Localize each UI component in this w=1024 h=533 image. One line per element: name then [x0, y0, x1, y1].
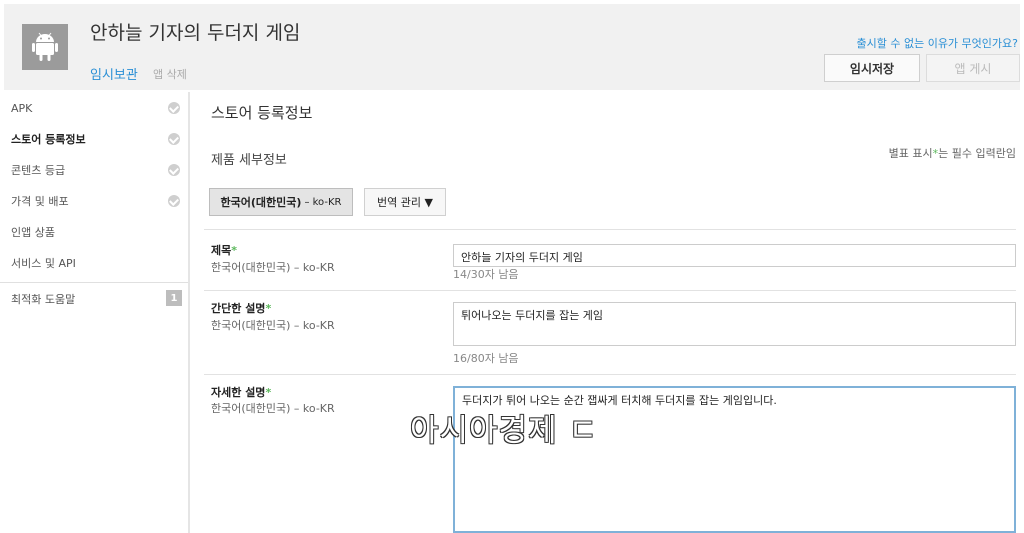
watermark-text: 아시아경제 ㄷ	[410, 413, 598, 449]
draft-status-link[interactable]: 임시보관	[90, 64, 138, 83]
full-description-label: 자세한 설명*	[211, 384, 271, 400]
manage-translations-button[interactable]: 번역 관리 ▼	[364, 188, 446, 216]
title-input[interactable]: 안하늘 기자의 두더지 게임	[453, 244, 1016, 267]
section-subtitle: 제품 세부정보	[211, 153, 287, 168]
check-circle-icon	[168, 195, 180, 207]
app-title: 안하늘 기자의 두더지 게임	[90, 22, 301, 44]
row-divider	[204, 374, 1016, 375]
sidebar-item-label: 콘텐츠 등급	[11, 164, 66, 177]
required-note-prefix: 별표 표시	[888, 147, 933, 160]
publish-app-button[interactable]: 앱 게시	[926, 54, 1020, 82]
sidebar-item-content-rating[interactable]: 콘텐츠 등급	[0, 155, 188, 185]
language-button[interactable]: 한국어(대한민국) – ko-KR	[209, 188, 353, 216]
full-description-language: 한국어(대한민국) – ko-KR	[211, 402, 335, 415]
row-divider	[204, 229, 1016, 230]
title-field-language: 한국어(대한민국) – ko-KR	[211, 261, 335, 274]
why-cannot-publish-link[interactable]: 출시할 수 없는 이유가 무엇인가요?	[856, 35, 1018, 51]
sidebar-item-optimization-tips[interactable]: 최적화 도움말 1	[0, 284, 188, 314]
required-star: *	[231, 244, 238, 257]
short-description-language: 한국어(대한민국) – ko-KR	[211, 319, 335, 332]
language-code: – ko-KR	[304, 196, 342, 208]
field-label-text: 자세한 설명	[211, 386, 266, 399]
sidebar-item-label: APK	[11, 101, 33, 115]
page-title: 스토어 등록정보	[211, 104, 313, 122]
android-icon	[22, 24, 68, 70]
check-circle-icon	[168, 164, 180, 176]
sidebar-divider	[0, 282, 188, 283]
sidebar: APK 스토어 등록정보 콘텐츠 등급 가격 및 배포 인앱 상품 서비스 및 …	[0, 92, 190, 533]
language-name: 한국어(대한민국)	[220, 196, 302, 209]
sidebar-item-pricing[interactable]: 가격 및 배포	[0, 186, 188, 216]
required-fields-note: 별표 표시*는 필수 입력란임	[889, 145, 1016, 161]
check-circle-icon	[168, 133, 180, 145]
required-note-suffix: 는 필수 입력란임	[938, 147, 1016, 160]
check-circle-icon	[168, 102, 180, 114]
sidebar-item-store-listing[interactable]: 스토어 등록정보	[0, 124, 188, 154]
row-divider	[204, 290, 1016, 291]
short-description-char-counter: 16/80자 남음	[453, 352, 519, 365]
app-header: 안하늘 기자의 두더지 게임 임시보관 앱 삭제 출시할 수 없는 이유가 무엇…	[4, 4, 1020, 90]
save-draft-button[interactable]: 임시저장	[824, 54, 920, 82]
required-star: *	[265, 386, 272, 399]
field-label-text: 제목	[211, 244, 232, 257]
title-char-counter: 14/30자 남음	[453, 268, 519, 281]
delete-app-link[interactable]: 앱 삭제	[153, 66, 187, 82]
sidebar-item-label: 최적화 도움말	[11, 293, 76, 306]
title-field-label: 제목*	[211, 242, 237, 258]
sidebar-item-label: 스토어 등록정보	[11, 133, 86, 146]
required-star: *	[265, 302, 272, 315]
tips-count-badge: 1	[166, 290, 182, 306]
sidebar-item-apk[interactable]: APK	[0, 93, 188, 123]
sidebar-item-services-api[interactable]: 서비스 및 API	[0, 248, 188, 278]
sidebar-item-label: 서비스 및 API	[11, 257, 76, 270]
short-description-input[interactable]: 튀어나오는 두더지를 잡는 게임	[453, 302, 1016, 346]
sidebar-item-label: 인앱 상품	[11, 226, 55, 239]
short-description-label: 간단한 설명*	[211, 300, 271, 316]
field-label-text: 간단한 설명	[211, 302, 266, 315]
sidebar-item-label: 가격 및 배포	[11, 195, 69, 208]
sidebar-item-in-app-products[interactable]: 인앱 상품	[0, 217, 188, 247]
